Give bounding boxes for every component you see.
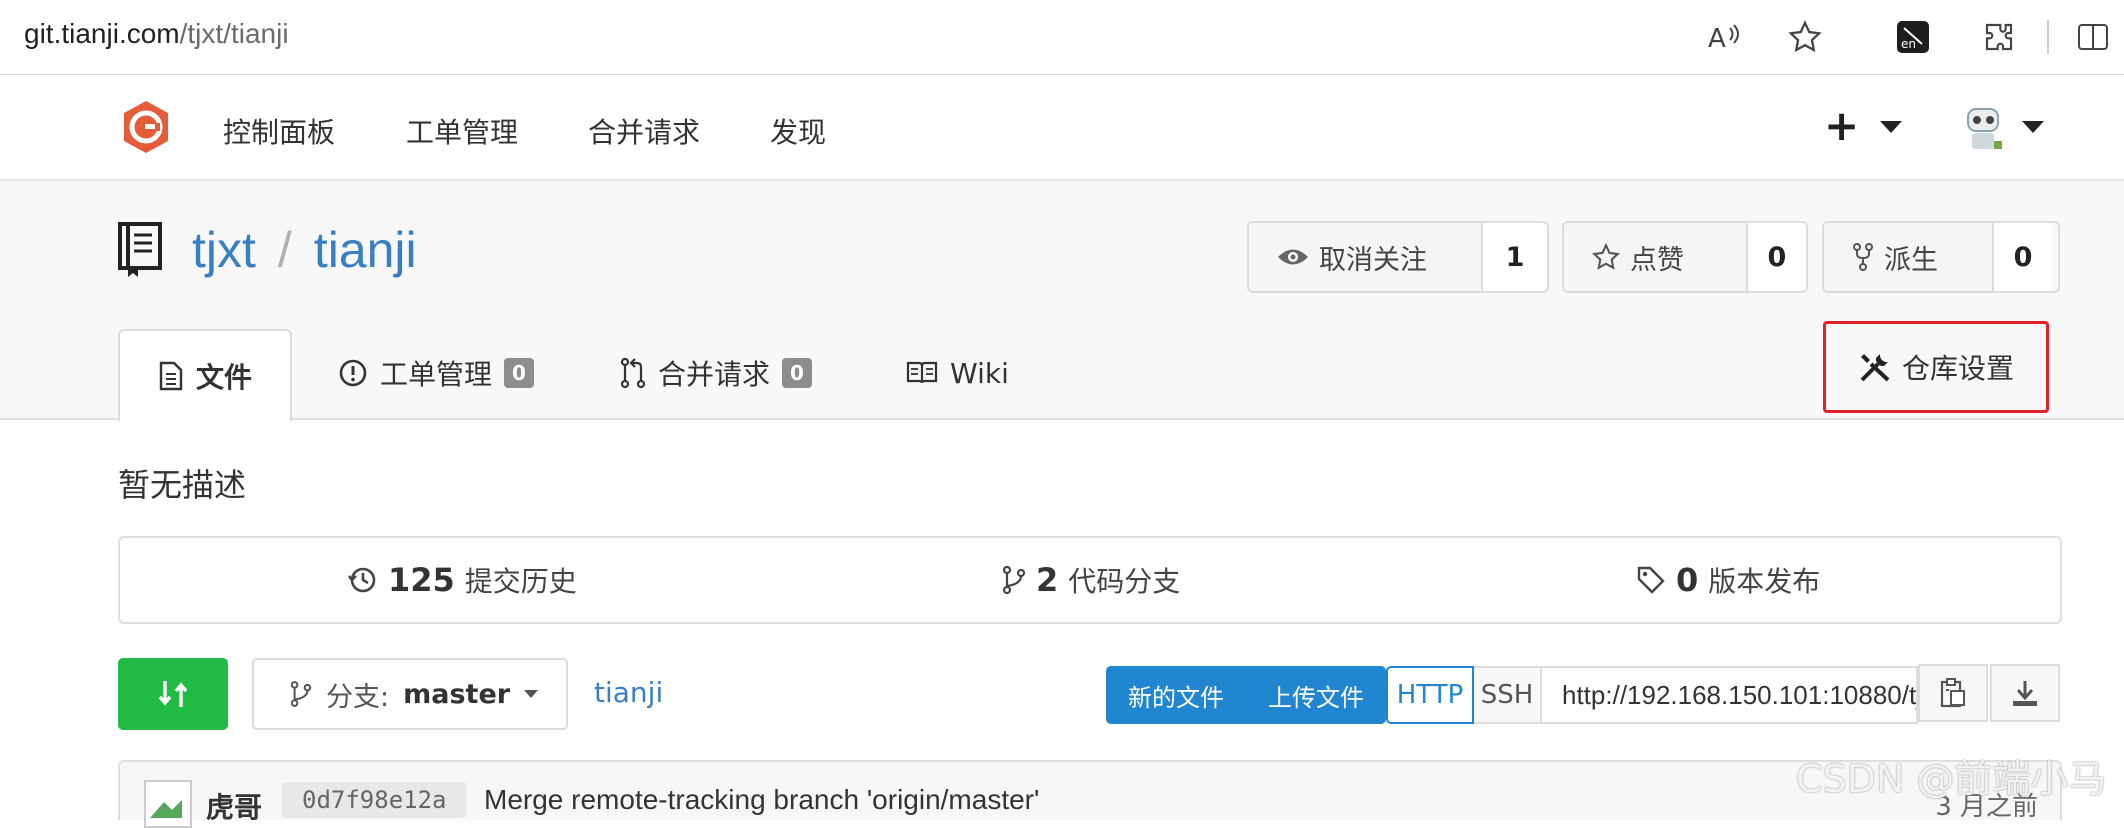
nav-issues[interactable]: 工单管理 — [406, 111, 518, 151]
translate-extension-icon[interactable]: en — [1892, 16, 1934, 58]
repo-owner-link[interactable]: tjxt — [192, 222, 256, 278]
fork-label: 派生 — [1884, 244, 1938, 276]
path-breadcrumb-link[interactable]: tianji — [594, 676, 663, 709]
svg-text:en: en — [1901, 37, 1916, 51]
fork-icon — [1853, 243, 1873, 271]
compare-button[interactable] — [118, 658, 228, 730]
commits-count: 125 — [388, 561, 455, 599]
clipboard-icon — [1940, 678, 1965, 708]
unwatch-label: 取消关注 — [1319, 244, 1427, 276]
branch-selector[interactable]: 分支: master — [252, 658, 568, 730]
user-avatar[interactable] — [1962, 105, 2006, 153]
star-label-wrap[interactable]: 点赞 — [1564, 223, 1748, 291]
repo-stats-bar: 125 提交历史 2 代码分支 0 版本发布 — [118, 536, 2062, 624]
pull-request-icon — [620, 357, 646, 389]
fork-count[interactable]: 0 — [1994, 223, 2052, 291]
tab-files[interactable]: 文件 — [118, 329, 293, 421]
releases-stat[interactable]: 0 版本发布 — [1636, 560, 1820, 600]
repo-name-link[interactable]: tianji — [314, 222, 417, 278]
issues-count-badge: 0 — [504, 358, 534, 388]
star-label: 点赞 — [1630, 244, 1684, 276]
tools-icon — [1860, 354, 1890, 382]
title-slash: / — [277, 222, 292, 278]
nav-explore[interactable]: 发现 — [770, 111, 826, 151]
unwatch-label-wrap[interactable]: 取消关注 — [1249, 223, 1483, 291]
tab-issues-label: 工单管理 — [380, 358, 493, 391]
ssh-protocol-button[interactable]: SSH — [1474, 666, 1542, 724]
tab-files-label: 文件 — [196, 361, 253, 394]
tab-wiki-label: Wiki — [950, 356, 1009, 390]
repo-header: tjxt / tianji 取消关注 1 点赞 0 派生 0 文件 工单管理 0 合… — [0, 181, 2124, 421]
sync-arrows-icon — [158, 681, 188, 707]
branch-name: master — [403, 678, 511, 710]
tag-icon — [1637, 566, 1665, 594]
commit-author[interactable]: 虎哥 — [206, 786, 262, 826]
repo-book-icon — [116, 221, 164, 279]
branches-count: 2 — [1036, 561, 1059, 599]
commit-author-avatar[interactable] — [144, 780, 192, 828]
site-top-nav: 控制面板 工单管理 合并请求 发现 + — [0, 75, 2124, 181]
eye-icon — [1278, 249, 1308, 265]
commit-sha[interactable]: 0d7f98e12a — [282, 782, 467, 818]
copy-url-button[interactable] — [1918, 664, 1988, 722]
browser-address-bar: git.tianji.com/tjxt/tianji A en — [0, 0, 2124, 75]
svg-text:A: A — [1708, 24, 1726, 52]
gogs-logo-icon[interactable] — [118, 99, 174, 155]
url-field[interactable]: git.tianji.com/tjxt/tianji — [24, 18, 289, 50]
upload-file-button[interactable]: 上传文件 — [1246, 678, 1386, 713]
new-file-button[interactable]: 新的文件 — [1106, 678, 1246, 713]
user-menu-chevron-icon[interactable] — [2022, 121, 2044, 133]
file-toolbar: 分支: master tianji 新的文件 上传文件 HTTP SSH htt… — [0, 658, 2124, 730]
repo-title: tjxt / tianji — [192, 221, 417, 279]
tab-pull-requests[interactable]: 合并请求 0 — [620, 329, 812, 417]
create-new-button[interactable]: + — [1824, 101, 1859, 150]
url-host: git.tianji.com — [24, 18, 180, 49]
watch-count[interactable]: 1 — [1483, 223, 1547, 291]
unwatch-button[interactable]: 取消关注 1 — [1247, 221, 1549, 293]
star-icon — [1592, 243, 1620, 270]
commits-label: 提交历史 — [464, 565, 577, 598]
clone-url-input[interactable]: http://192.168.150.101:10880/tjxt/tianji… — [1542, 666, 1918, 724]
tab-issues[interactable]: 工单管理 0 — [338, 329, 534, 417]
pulls-count-badge: 0 — [782, 358, 812, 388]
history-icon — [348, 567, 376, 593]
fork-label-wrap[interactable]: 派生 — [1824, 223, 1994, 291]
favorite-star-icon[interactable] — [1784, 16, 1826, 58]
read-aloud-icon[interactable]: A — [1704, 16, 1746, 58]
branch-icon — [290, 681, 312, 707]
nav-dashboard[interactable]: 控制面板 — [223, 111, 335, 151]
latest-commit-bar: 虎哥 0d7f98e12a Merge remote-tracking bran… — [118, 760, 2062, 828]
toolbar-divider — [2047, 20, 2049, 54]
branches-label: 代码分支 — [1068, 565, 1181, 598]
branch-icon — [1002, 565, 1026, 595]
tab-wiki[interactable]: Wiki — [906, 329, 1009, 417]
http-protocol-button[interactable]: HTTP — [1386, 666, 1474, 724]
commit-message[interactable]: Merge remote-tracking branch 'origin/mas… — [484, 784, 1039, 816]
chevron-down-icon — [524, 690, 539, 698]
star-button[interactable]: 点赞 0 — [1562, 221, 1808, 293]
url-path: /tjxt/tianji — [179, 18, 289, 49]
chevron-down-icon[interactable] — [1880, 121, 1902, 133]
split-screen-icon[interactable] — [2072, 16, 2114, 58]
commits-stat[interactable]: 125 提交历史 — [348, 560, 577, 600]
book-open-icon — [906, 361, 938, 384]
watermark-text: CSDN @前端小马 — [1796, 757, 2107, 801]
releases-count: 0 — [1676, 561, 1699, 599]
file-actions-group: 新的文件 上传文件 — [1106, 666, 1386, 724]
download-button[interactable] — [1990, 664, 2060, 722]
branches-stat[interactable]: 2 代码分支 — [1002, 560, 1180, 600]
tab-pull-requests-label: 合并请求 — [658, 358, 771, 391]
tab-repo-settings-label: 仓库设置 — [1901, 352, 2014, 385]
star-count[interactable]: 0 — [1747, 223, 1806, 291]
releases-label: 版本发布 — [1708, 565, 1821, 598]
file-text-icon — [159, 361, 183, 391]
nav-pull-requests[interactable]: 合并请求 — [588, 111, 700, 151]
download-icon — [2013, 681, 2037, 706]
branch-prefix: 分支: — [326, 681, 390, 713]
extensions-puzzle-icon[interactable] — [1978, 16, 2020, 58]
tab-repo-settings[interactable]: 仓库设置 — [1823, 321, 2049, 413]
issue-opened-icon — [339, 359, 367, 387]
repo-description: 暂无描述 — [118, 466, 247, 504]
fork-button[interactable]: 派生 0 — [1822, 221, 2060, 293]
